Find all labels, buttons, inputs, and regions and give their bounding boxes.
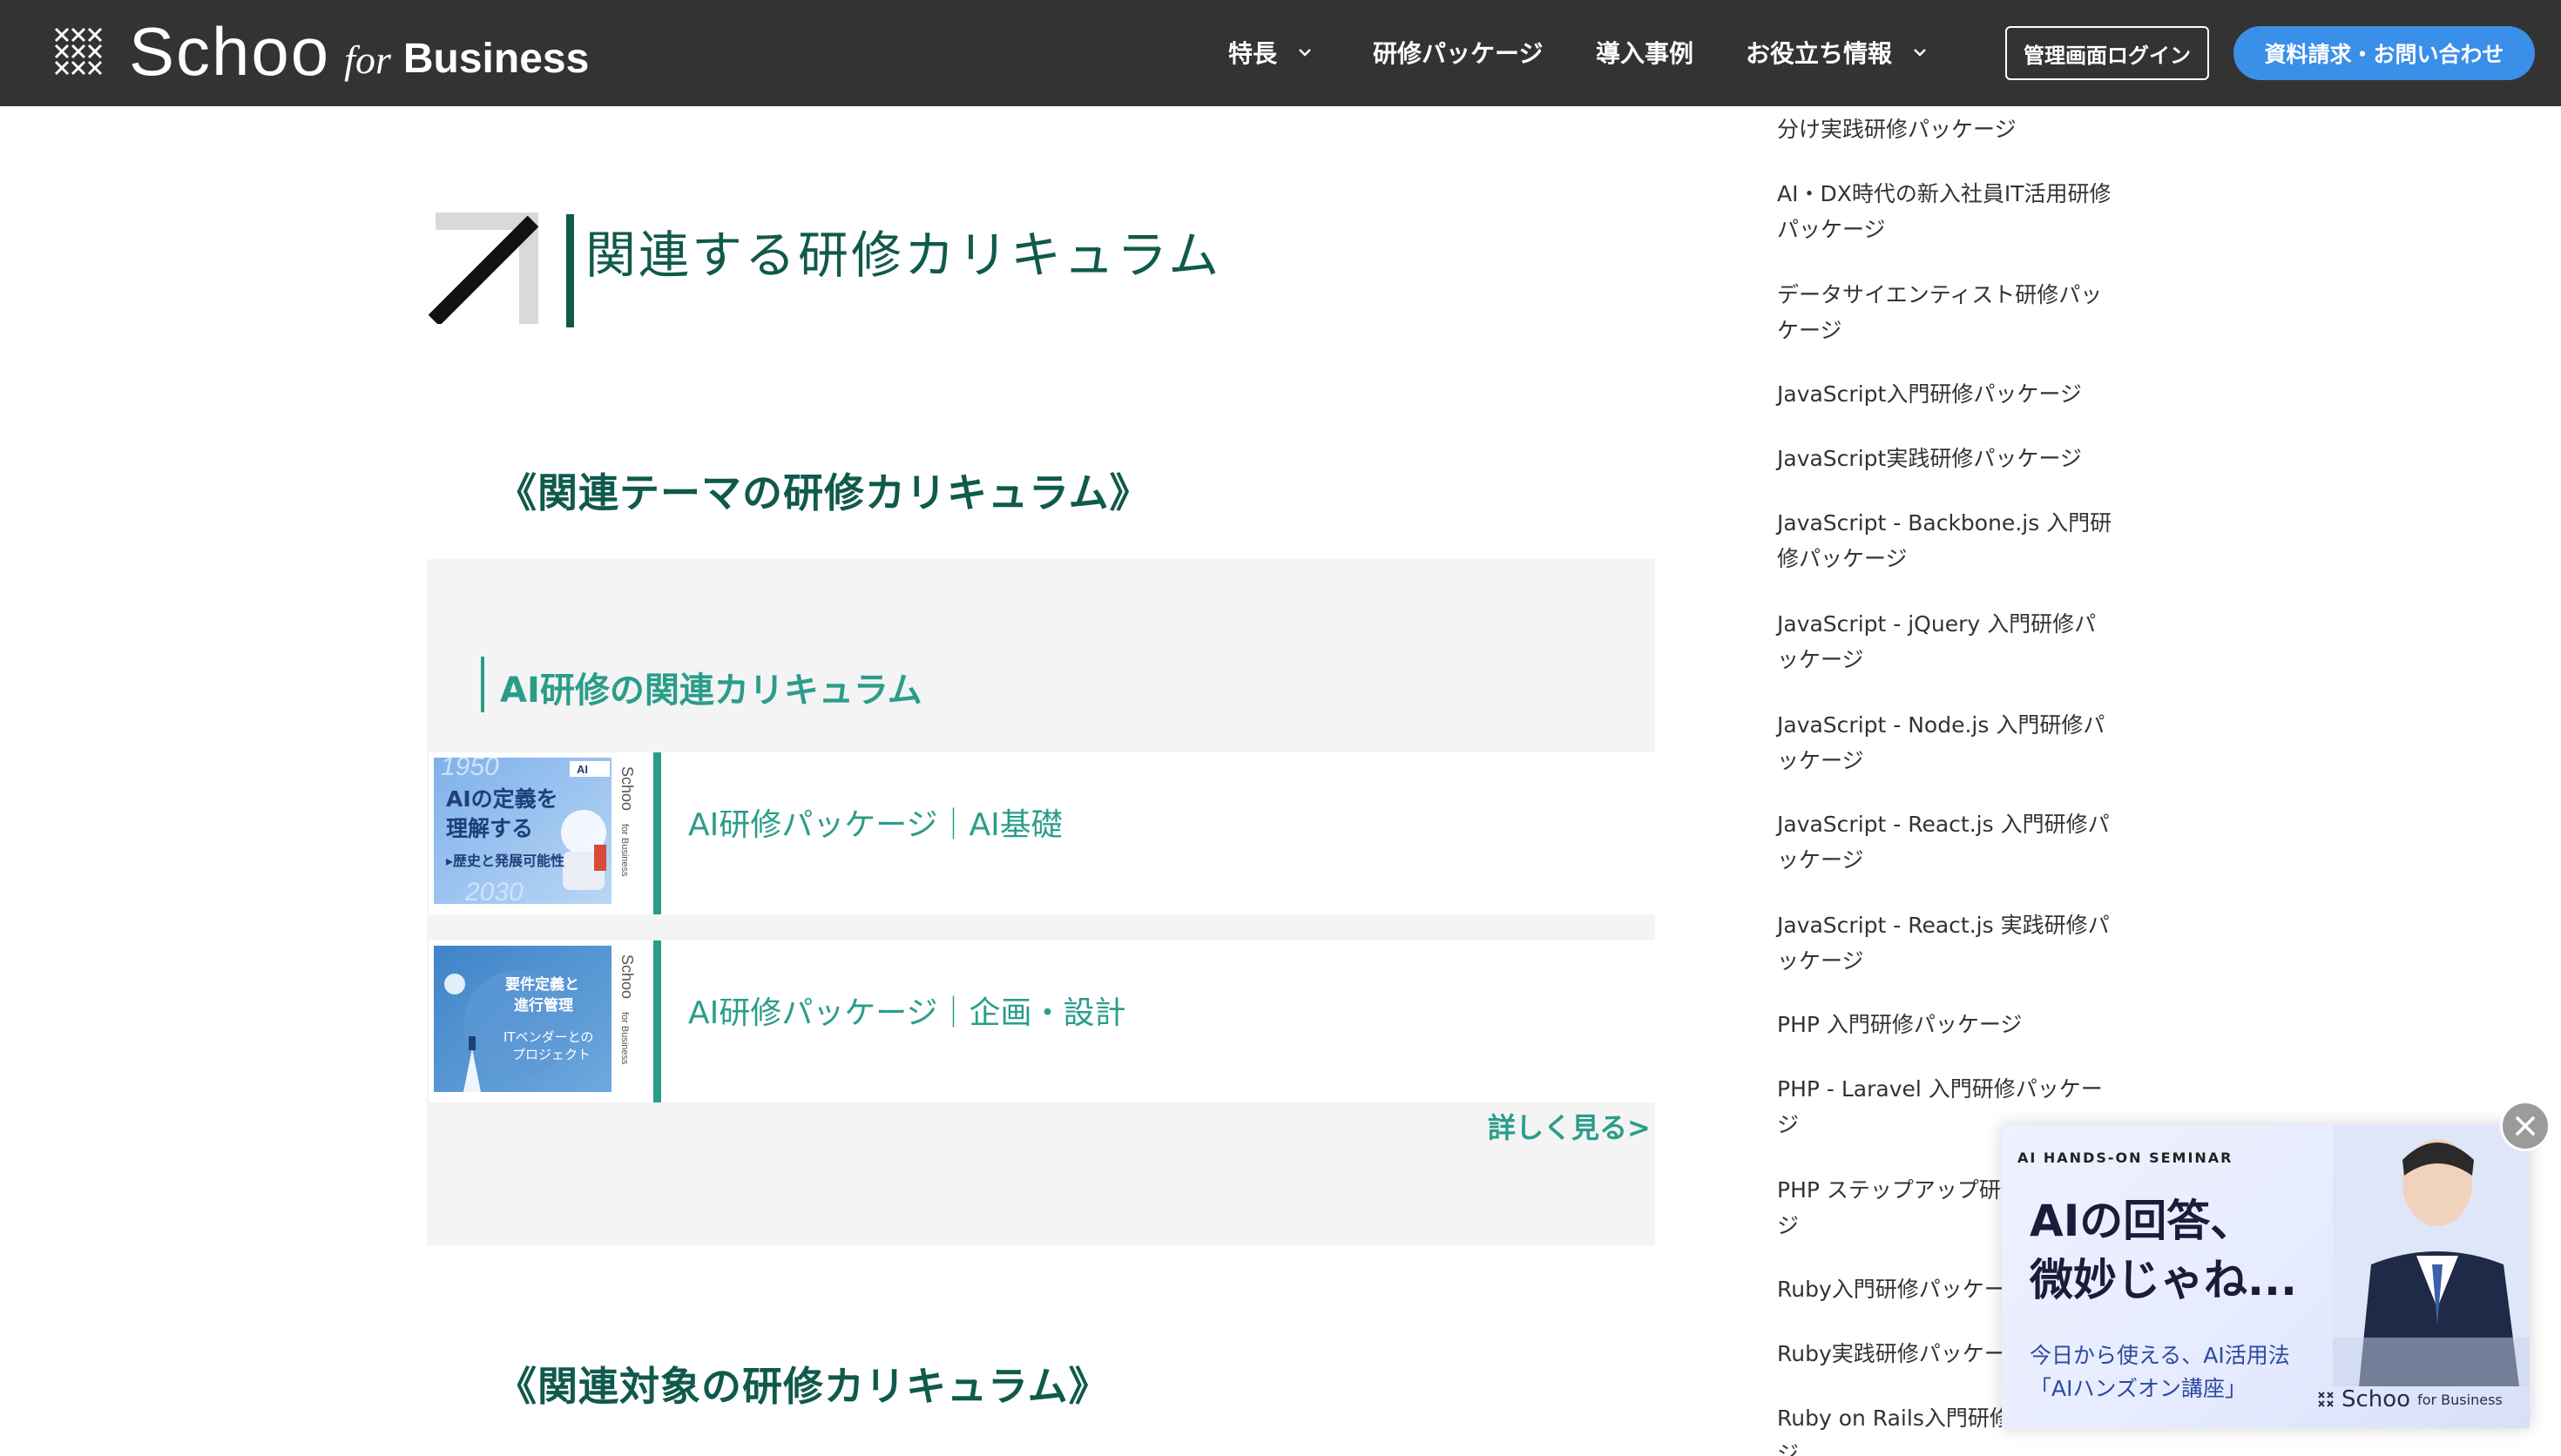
nav-cases-label: 導入事例 bbox=[1596, 39, 1694, 68]
see-more-link[interactable]: 詳しく見る> bbox=[1488, 1106, 1651, 1146]
course-thumbnail: 要件定義と 進行管理 ITベンダーとの プロジェクト bbox=[434, 946, 612, 1092]
popup-brand: Schoo for Business bbox=[2317, 1386, 2503, 1412]
sidebar-item[interactable]: JavaScript - React.js 実践研修パッケージ bbox=[1777, 907, 2117, 979]
sidebar-item[interactable]: JavaScript - Backbone.js 入門研修パッケージ bbox=[1777, 505, 2117, 576]
course-card-ai-planning[interactable]: 要件定義と 進行管理 ITベンダーとの プロジェクト Schoo for Bus… bbox=[429, 940, 1655, 1102]
chevron-down-icon bbox=[1914, 49, 1926, 57]
thumb-vertical-logo-icon: Schoo for Business bbox=[618, 766, 636, 877]
admin-login-button[interactable]: 管理画面ログイン bbox=[2005, 26, 2209, 80]
thumb-line3: ▸歴史と発展可能性 bbox=[446, 853, 564, 869]
related-theme-heading: 《関連テーマの研修カリキュラム》 bbox=[497, 469, 1151, 516]
contact-button[interactable]: 資料請求・お問い合わせ bbox=[2233, 26, 2535, 80]
nav-packages[interactable]: 研修パッケージ bbox=[1373, 35, 1543, 70]
course-accent-bar bbox=[653, 940, 661, 1102]
sidebar-item[interactable]: データサイエンティスト研修パッケージ bbox=[1777, 277, 2117, 348]
box-title-bar bbox=[481, 657, 484, 712]
popup-eyebrow: AI HANDS-ON SEMINAR bbox=[2017, 1149, 2233, 1166]
presenter-illustration bbox=[2333, 1125, 2530, 1386]
section-arrow-icon bbox=[429, 212, 538, 324]
seminar-popup-banner[interactable]: AI HANDS-ON SEMINAR AIの回答、 微妙じゃね... 今日から… bbox=[2002, 1125, 2530, 1428]
nav-resources[interactable]: お役立ち情報 bbox=[1746, 35, 1927, 70]
thumb-vert-brand: Schoo bbox=[618, 766, 636, 811]
site-logo[interactable]: Schoo for Business bbox=[52, 17, 590, 85]
sidebar-item[interactable]: JavaScript入門研修パッケージ bbox=[1777, 376, 2117, 412]
sidebar-item[interactable]: JavaScript実践研修パッケージ bbox=[1777, 441, 2117, 476]
thumb-line4: プロジェクト bbox=[512, 1047, 591, 1062]
page: Schoo for Business 特長 研修パッケージ 導入事例 お役立ち情… bbox=[0, 0, 2561, 1456]
sidebar-item[interactable]: JavaScript - jQuery 入門研修パッケージ bbox=[1777, 606, 2117, 677]
nav-features[interactable]: 特長 bbox=[1228, 35, 1312, 70]
related-target-heading: 《関連対象の研修カリキュラム》 bbox=[497, 1363, 1110, 1410]
logo-business: Business bbox=[402, 35, 590, 82]
thumb-year-bottom: 2030 bbox=[464, 878, 524, 904]
thumb-line1: 要件定義と bbox=[505, 975, 579, 994]
course-label: AI研修パッケージ｜AI基礎 bbox=[688, 807, 1063, 843]
nav-cases[interactable]: 導入事例 bbox=[1596, 35, 1693, 70]
popup-headline: AIの回答、 微妙じゃね... bbox=[2030, 1196, 2297, 1305]
course-thumbnail: 1950 2030 AI AIの定義を 理解する ▸歴史と発展可能性 bbox=[434, 758, 612, 904]
sidebar-item[interactable]: AI・DX時代の新入社員IT活用研修パッケージ bbox=[1777, 176, 2117, 247]
popup-brand-name: Schoo bbox=[2341, 1386, 2411, 1412]
schoo-logo-icon bbox=[2318, 1392, 2334, 1407]
thumb-vertical-logo-icon: Schoo for Business bbox=[618, 954, 636, 1065]
logo-for: for bbox=[344, 37, 391, 82]
site-header: Schoo for Business 特長 研修パッケージ 導入事例 お役立ち情… bbox=[0, 0, 2561, 106]
thumb-badge: AI bbox=[577, 763, 588, 776]
thumb-line1: AIの定義を bbox=[446, 786, 558, 812]
thumb-vert-for: for Business bbox=[619, 824, 630, 877]
schoo-logo-icon bbox=[54, 27, 103, 76]
thumb-line2: 理解する bbox=[446, 816, 533, 841]
nav-resources-label: お役立ち情報 bbox=[1746, 39, 1893, 68]
sidebar-item[interactable]: JavaScript - Node.js 入門研修パッケージ bbox=[1777, 707, 2117, 779]
thumb-line3: ITベンダーとの bbox=[503, 1029, 593, 1045]
section-title: 関連する研修カリキュラム bbox=[585, 226, 1222, 285]
course-card-ai-basics[interactable]: 1950 2030 AI AIの定義を 理解する ▸歴史と発展可能性 Schoo… bbox=[429, 752, 1655, 914]
logo-wordmark: Schoo bbox=[129, 13, 331, 90]
sidebar-item[interactable]: PHP 入門研修パッケージ bbox=[1777, 1007, 2117, 1042]
thumb-vert-brand: Schoo bbox=[618, 954, 636, 999]
sidebar-item[interactable]: JavaScript - React.js 入門研修パッケージ bbox=[1777, 806, 2117, 878]
thumb-line2: 進行管理 bbox=[514, 996, 573, 1014]
popup-subtitle: 今日から使える、AI活用法 「AIハンズオン講座」 bbox=[2030, 1343, 2290, 1401]
close-icon bbox=[2516, 1116, 2535, 1136]
nav-packages-label: 研修パッケージ bbox=[1373, 39, 1544, 68]
popup-close-button[interactable] bbox=[2500, 1101, 2551, 1151]
section-title-bar bbox=[566, 214, 574, 327]
popup-brand-for: for Business bbox=[2417, 1391, 2503, 1408]
thumb-vert-for: for Business bbox=[619, 1012, 630, 1065]
course-label: AI研修パッケージ｜企画・設計 bbox=[688, 995, 1126, 1031]
course-accent-bar bbox=[653, 752, 661, 914]
thumb-year-top: 1950 bbox=[441, 758, 499, 781]
nav-features-label: 特長 bbox=[1228, 39, 1278, 68]
box-title: AI研修の関連カリキュラム bbox=[500, 671, 922, 711]
sidebar-item[interactable]: 分け実践研修パッケージ bbox=[1777, 111, 2117, 147]
chevron-down-icon bbox=[1299, 49, 1311, 57]
